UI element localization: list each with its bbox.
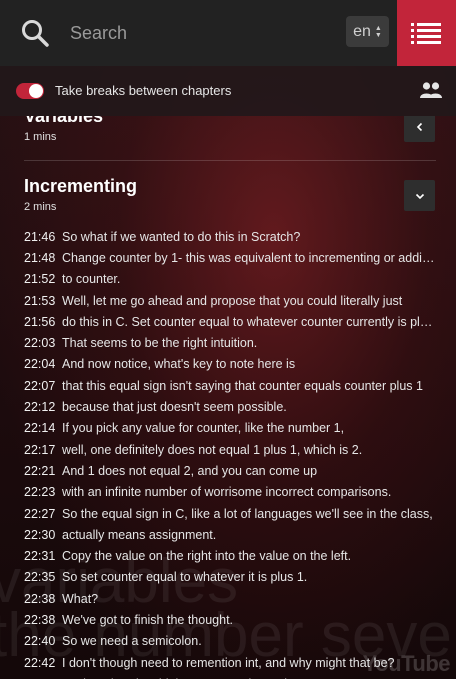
transcript-line[interactable]: 22:47Yeah, I already told the computer i… (24, 673, 436, 679)
transcript-line[interactable]: 22:14 If you pick any value for counter, … (24, 418, 436, 439)
transcript-timestamp: 22:27 (24, 506, 56, 521)
people-icon[interactable] (420, 81, 442, 104)
transcript-list: 21:46 So what if we wanted to do this in … (24, 226, 436, 679)
transcript-text: because that just doesn't seem possible. (62, 400, 287, 415)
options-bar: Take breaks between chapters (0, 66, 456, 116)
transcript-timestamp: 22:07 (24, 378, 56, 393)
transcript-timestamp: 22:21 (24, 463, 56, 478)
search-input[interactable] (70, 22, 330, 44)
transcript-timestamp: 21:46 (24, 229, 56, 244)
chapter-duration: 1 mins (24, 131, 57, 143)
menu-list-icon (410, 23, 441, 44)
transcript-line[interactable]: 21:52 to counter. (24, 269, 436, 290)
transcript-line[interactable]: 22:38 We've got to finish the thought. (24, 609, 436, 630)
transcript-timestamp: 21:53 (24, 293, 56, 308)
transcript-timestamp: 22:30 (24, 527, 56, 542)
chapter-incrementing[interactable]: Incrementing 2 mins (24, 176, 436, 213)
transcript-text: That seems to be the right intuition. (62, 336, 258, 351)
transcript-text: actually means assignment. (62, 527, 217, 542)
breaks-toggle[interactable] (16, 83, 44, 99)
chapter-duration: 2 mins (24, 201, 57, 213)
search-icon[interactable] (0, 0, 70, 66)
transcript-line[interactable]: 22:17 well, one definitely does not equal… (24, 439, 436, 460)
transcript-line[interactable]: 22:03 That seems to be the right intuitio… (24, 332, 436, 353)
transcript-line[interactable]: 21:56 do this in C. Set counter equal to … (24, 311, 436, 332)
transcript-text: So we need a semicolon. (62, 634, 202, 649)
transcript-line[interactable]: 22:12 because that just doesn't seem poss… (24, 396, 436, 417)
transcript-text: Change counter by 1- this was equivalent… (62, 250, 436, 265)
transcript-text: And 1 does not equal 2, and you can come… (62, 463, 318, 478)
transcript-line[interactable]: 22:30 actually means assignment. (24, 524, 436, 545)
chapter-title: Incrementing (24, 176, 138, 196)
chapter-list: Variables 1 mins Incrementing 2 mins 21:… (0, 116, 456, 679)
transcript-text: Copy the value on the right into the val… (62, 549, 352, 564)
transcript-line[interactable]: 22:42 I don't though need to remention in… (24, 652, 436, 673)
transcript-text: So what if we wanted to do this in Scrat… (62, 229, 301, 244)
top-bar: en ▲▼ (0, 0, 456, 66)
chapter-variables[interactable]: Variables 1 mins (24, 116, 436, 143)
transcript-line[interactable]: 22:27 So the equal sign in C, like a lot … (24, 503, 436, 524)
transcript-timestamp: 21:52 (24, 272, 56, 287)
transcript-line[interactable]: 22:21 And 1 does not equal 2, and you can… (24, 460, 436, 481)
transcript-timestamp: 22:31 (24, 549, 56, 564)
menu-button[interactable] (397, 0, 456, 66)
toggle-knob (29, 84, 43, 98)
transcript-line[interactable]: 22:04 And now notice, what's key to note … (24, 354, 436, 375)
chapter-divider (24, 160, 436, 161)
language-select[interactable]: en ▲ ▼ (346, 16, 389, 47)
transcript-timestamp: 22:40 (24, 634, 56, 649)
transcript-text: So set counter equal to whatever it is p… (62, 570, 308, 585)
transcript-timestamp: 22:35 (24, 570, 56, 585)
transcript-text: with an infinite number of worrisome inc… (62, 485, 392, 500)
transcript-text: And now notice, what's key to note here … (62, 357, 296, 372)
transcript-timestamp: 22:38 (24, 591, 56, 606)
chevron-down-icon (415, 193, 424, 199)
transcript-timestamp: 22:42 (24, 655, 56, 670)
transcript-line[interactable]: 22:23 with an infinite number of worrisom… (24, 482, 436, 503)
transcript-text: I don't though need to remention int, an… (62, 655, 395, 670)
transcript-timestamp: 22:23 (24, 485, 56, 500)
transcript-line[interactable]: 22:07 that this equal sign isn't saying t… (24, 375, 436, 396)
transcript-line[interactable]: 21:46 So what if we wanted to do this in … (24, 226, 436, 247)
transcript-text: So the equal sign in C, like a lot of la… (62, 506, 433, 521)
transcript-line[interactable]: 22:38 What? (24, 588, 436, 609)
transcript-line[interactable]: 22:31 Copy the value on the right into th… (24, 545, 436, 566)
transcript-timestamp: 22:17 (24, 442, 56, 457)
transcript-text: If you pick any value for counter, like … (62, 421, 345, 436)
chapter-title: Variables (24, 116, 104, 126)
transcript-text: Well, let me go ahead and propose that y… (62, 293, 403, 308)
transcript-text: What? (62, 591, 99, 606)
transcript-timestamp: 21:56 (24, 314, 56, 329)
language-value: en (353, 22, 371, 40)
transcript-text: to counter. (62, 272, 121, 287)
transcript-timestamp: 22:04 (24, 357, 56, 372)
transcript-text: well, one definitely does not equal 1 pl… (62, 442, 363, 457)
breaks-toggle-label: Take breaks between chapters (55, 83, 232, 98)
transcript-line[interactable]: 22:40 So we need a semicolon. (24, 631, 436, 652)
transcript-text: We've got to finish the thought. (62, 612, 234, 627)
select-arrows-icon: ▲ ▼ (374, 24, 382, 39)
transcript-text: that this equal sign isn't saying that c… (62, 378, 423, 393)
transcript-timestamp: 21:48 (24, 250, 56, 265)
transcript-timestamp: 22:14 (24, 421, 56, 436)
transcript-line[interactable]: 21:48 Change counter by 1- this was equiv… (24, 247, 436, 268)
transcript-timestamp: 22:12 (24, 400, 56, 415)
chapter-expand-button[interactable] (404, 116, 435, 142)
transcript-timestamp: 22:38 (24, 612, 56, 627)
transcript-line[interactable]: 22:35 So set counter equal to whatever it… (24, 567, 436, 588)
chevron-left-icon (416, 122, 422, 131)
transcript-text: do this in C. Set counter equal to whate… (62, 314, 436, 329)
transcript-line[interactable]: 21:53 Well, let me go ahead and propose t… (24, 290, 436, 311)
transcript-timestamp: 22:03 (24, 336, 56, 351)
chapter-collapse-button[interactable] (404, 180, 435, 211)
